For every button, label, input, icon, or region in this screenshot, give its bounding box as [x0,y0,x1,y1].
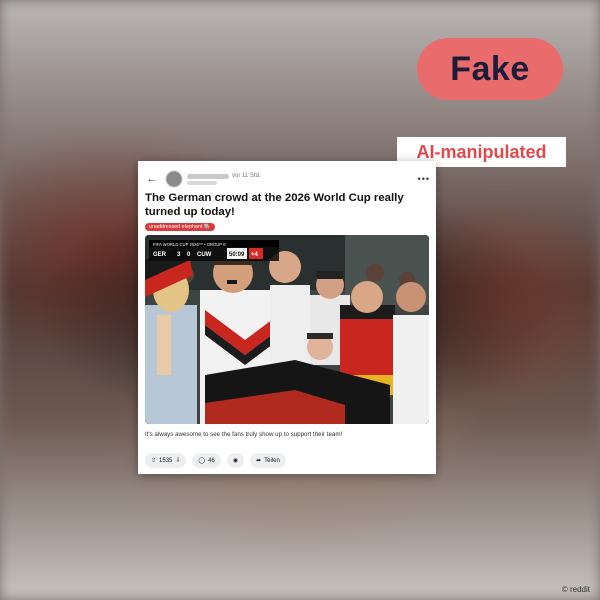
scorebar-away-team: CUW [197,252,212,258]
scorebar-clock: 50:09 [229,252,245,258]
fake-verdict-badge: Fake [417,38,563,100]
post-actions: ⇧ 1535 ⇩ ◯ 46 ◉ ➦ Teilen [145,453,286,468]
post-caption: It's always awesome to see the fans trul… [145,431,343,438]
blurred-subtitle [187,181,217,185]
post-meta: vor 11 Std. [187,173,261,185]
reddit-post-card: ← vor 11 Std. ••• The German crowd at th… [138,161,436,474]
back-arrow-icon[interactable]: ← [144,171,160,187]
post-time: vor 11 Std. [232,173,261,179]
blurred-username [187,173,229,179]
award-button[interactable]: ◉ [226,453,245,468]
share-label: Teilen [264,457,280,464]
award-icon: ◉ [232,458,239,464]
upvote-count: 1535 [159,457,173,464]
copyright-watermark: © reddit [561,585,590,594]
upvote-arrow-icon[interactable]: ⇧ [151,457,156,464]
post-header: ← vor 11 Std. ••• [144,169,430,189]
comment-count: 46 [208,457,215,464]
post-flair[interactable]: unaddressed elephant 🐘 [145,223,215,231]
scorebar-added-time: +4 [251,252,259,258]
share-button[interactable]: ➦ Teilen [250,453,286,468]
comment-bubble-icon: ◯ [198,458,206,464]
post-title: The German crowd at the 2026 World Cup r… [145,192,404,218]
downvote-arrow-icon[interactable]: ⇩ [175,457,180,464]
scorebar-home-team: GER [153,252,167,258]
vote-bar[interactable]: ⇧ 1535 ⇩ [145,453,187,468]
more-options-icon[interactable]: ••• [418,174,430,184]
avatar[interactable] [166,171,182,187]
scorebar-event: FIFA WORLD CUP 2026™ • GROUP E [153,242,226,247]
share-arrow-icon: ➦ [256,458,262,464]
comments-button[interactable]: ◯ 46 [192,453,221,468]
post-image[interactable]: FIFA WORLD CUP 2026™ • GROUP E GER 3 0 C… [145,235,429,424]
